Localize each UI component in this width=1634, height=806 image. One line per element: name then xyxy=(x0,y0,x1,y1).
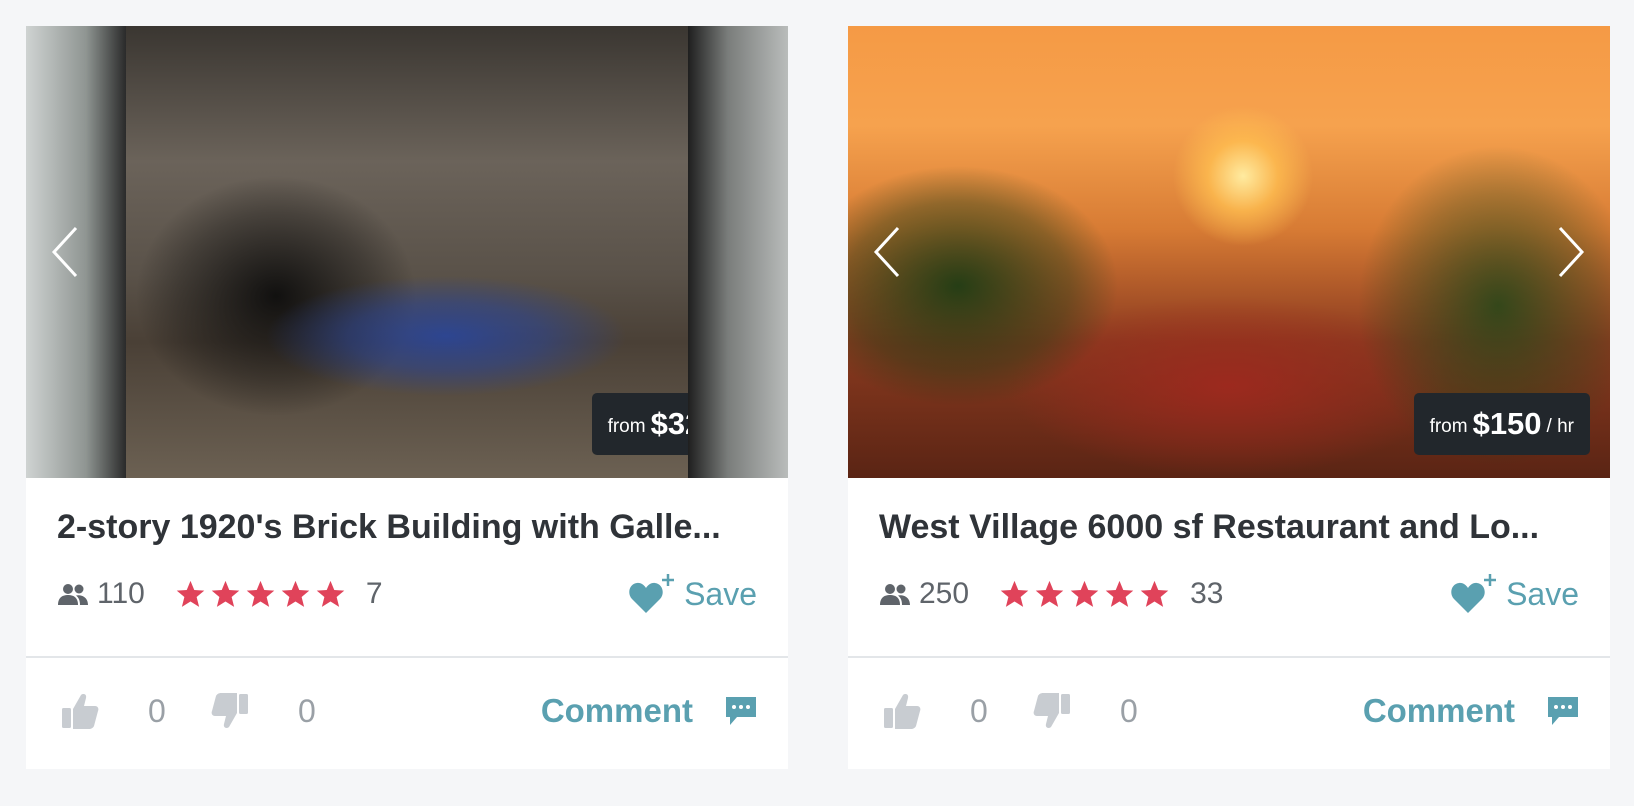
chevron-left-icon[interactable] xyxy=(868,222,908,282)
capacity: 250 xyxy=(879,577,969,611)
divider xyxy=(26,656,788,658)
dislike-count: 0 xyxy=(298,692,316,729)
chevron-left-icon[interactable] xyxy=(46,222,86,282)
dislike-button[interactable]: 0 xyxy=(1032,691,1160,731)
heart-plus-icon xyxy=(1451,574,1497,613)
listing-card[interactable]: from $150 / hr West Village 6000 sf Rest… xyxy=(848,26,1610,769)
comment-icon xyxy=(726,697,756,725)
price-unit: / hr xyxy=(1546,416,1574,437)
like-count: 0 xyxy=(970,692,988,729)
listing-meta: 250 33 Save xyxy=(879,574,1579,614)
like-count: 0 xyxy=(148,692,166,729)
listing-card[interactable]: from $320 / hr 2-story 1920's Brick Buil… xyxy=(26,26,788,769)
listing-meta: 110 7 Save xyxy=(57,574,757,614)
like-button[interactable]: 0 xyxy=(60,691,188,731)
people-icon xyxy=(58,584,88,605)
star-icon xyxy=(211,580,240,607)
dislike-button[interactable]: 0 xyxy=(210,691,338,731)
review-count: 7 xyxy=(365,577,383,610)
star-rating xyxy=(999,579,1170,609)
price-unit: / hr xyxy=(724,416,752,437)
thumbs-down-icon xyxy=(1033,693,1070,728)
save-button[interactable]: Save xyxy=(628,572,757,616)
star-icon xyxy=(316,580,345,607)
price-badge: from $320 / hr xyxy=(591,393,768,455)
capacity-value: 110 xyxy=(97,577,145,610)
like-button[interactable]: 0 xyxy=(882,691,1010,731)
comment-icon xyxy=(1548,697,1578,725)
chevron-right-icon[interactable] xyxy=(728,222,768,282)
thumbs-up-icon xyxy=(62,694,99,729)
listing-title[interactable]: 2-story 1920's Brick Building with Galle… xyxy=(57,508,757,547)
review-count: 33 xyxy=(1190,577,1224,610)
star-icon xyxy=(281,580,310,607)
star-icon xyxy=(1000,580,1029,607)
star-icon xyxy=(1070,580,1099,607)
capacity: 110 xyxy=(57,577,145,611)
price-prefix: from xyxy=(607,416,646,437)
thumbs-down-icon xyxy=(211,693,248,728)
listing-title[interactable]: West Village 6000 sf Restaurant and Lo..… xyxy=(879,508,1579,547)
star-icon xyxy=(1035,580,1064,607)
price-amount: $150 xyxy=(1472,406,1542,441)
comment-button[interactable]: Comment xyxy=(1363,692,1579,730)
comment-label: Comment xyxy=(540,692,693,729)
action-bar: 0 0 Comment xyxy=(60,686,757,736)
comment-button[interactable]: Comment xyxy=(541,692,757,730)
capacity-value: 250 xyxy=(919,577,970,610)
price-prefix: from xyxy=(1429,416,1468,437)
comment-label: Comment xyxy=(1362,692,1515,729)
price-amount: $320 xyxy=(650,406,720,441)
listing-photo[interactable]: from $320 / hr xyxy=(26,26,788,478)
save-button[interactable]: Save xyxy=(1450,572,1579,616)
dislike-count: 0 xyxy=(1120,692,1138,729)
price-badge: from $150 / hr xyxy=(1413,393,1590,455)
divider xyxy=(848,656,1610,658)
chevron-right-icon[interactable] xyxy=(1550,222,1590,282)
action-bar: 0 0 Comment xyxy=(882,686,1579,736)
save-label: Save xyxy=(684,575,757,612)
listing-photo[interactable]: from $150 / hr xyxy=(848,26,1610,478)
save-label: Save xyxy=(1506,575,1579,612)
thumbs-up-icon xyxy=(884,694,921,729)
star-icon xyxy=(176,580,205,607)
star-icon xyxy=(246,580,275,607)
people-icon xyxy=(880,584,910,605)
heart-plus-icon xyxy=(629,574,675,613)
star-rating xyxy=(175,579,346,609)
star-icon xyxy=(1105,580,1134,607)
star-icon xyxy=(1140,580,1169,607)
